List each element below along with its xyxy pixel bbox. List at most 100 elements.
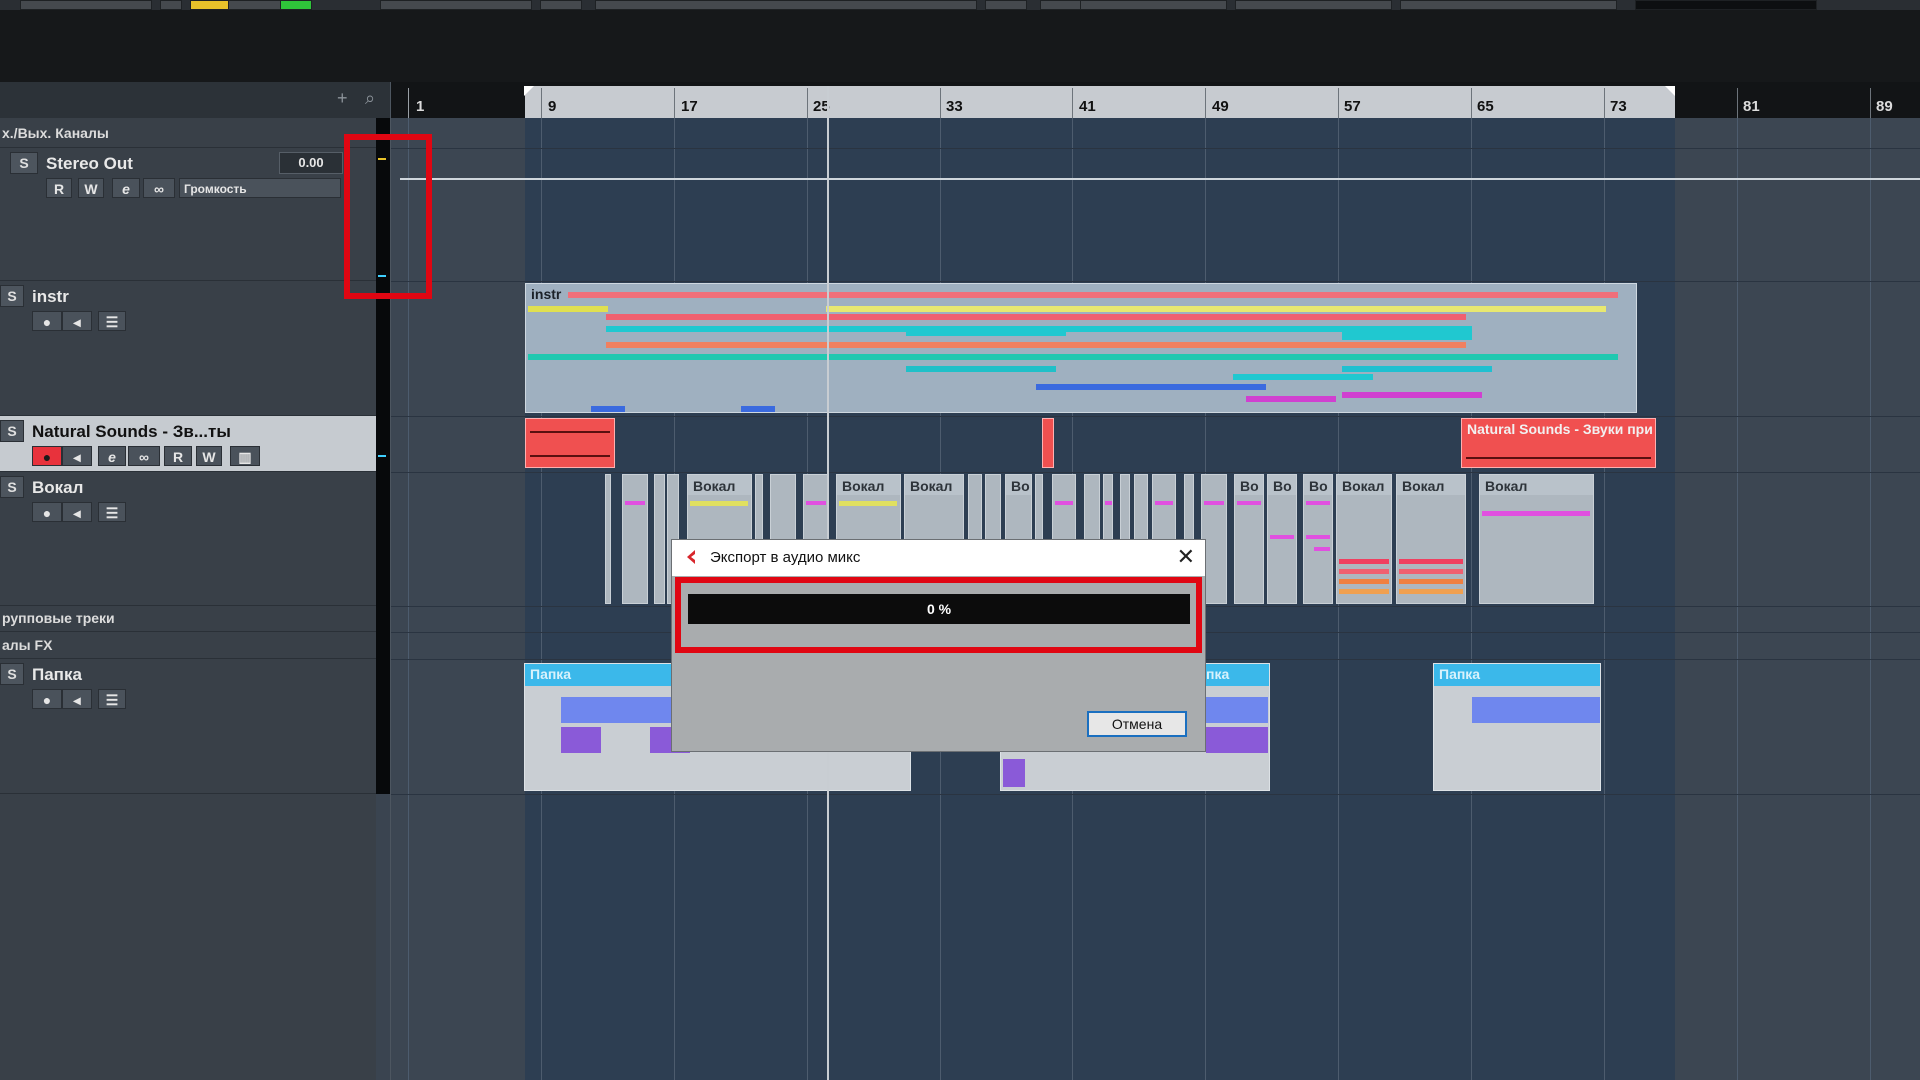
audio-part-vocal[interactable]: Во <box>1303 474 1333 604</box>
audio-part-natural-sounds[interactable]: Natural Sounds - Звуки при <box>1461 418 1656 468</box>
part-label: Вокал <box>910 478 953 494</box>
fx-channels-folder[interactable]: алы FX <box>0 632 376 659</box>
progress-highlight <box>675 577 1202 653</box>
read-button[interactable]: R <box>46 178 72 198</box>
toolbar-segment[interactable] <box>540 0 582 10</box>
lanes-icon[interactable]: ▥ <box>230 446 260 466</box>
track-stereo-out[interactable]: S Stereo Out 0.00 R W e ∞ Громкость <box>0 148 376 281</box>
part-label: Во <box>1309 478 1328 494</box>
left-locator-icon[interactable] <box>524 86 534 96</box>
audio-part-vocal[interactable]: Во <box>1234 474 1264 604</box>
ruler-bar-label: 57 <box>1344 98 1361 115</box>
toolbar-segment[interactable] <box>1080 0 1227 10</box>
menu-icon[interactable]: ☰ <box>98 689 126 709</box>
write-button[interactable]: W <box>196 446 222 466</box>
record-icon[interactable]: ● <box>32 689 62 709</box>
right-locator-icon[interactable] <box>1665 86 1675 96</box>
audio-part-natural-sounds[interactable] <box>1042 418 1054 468</box>
link-icon[interactable]: ∞ <box>128 446 160 466</box>
edit-icon[interactable]: e <box>112 178 140 198</box>
audio-part-vocal[interactable] <box>622 474 648 604</box>
toolbar-button[interactable] <box>1040 0 1082 10</box>
solo-button[interactable]: S <box>0 476 24 498</box>
toolbar-button[interactable] <box>160 0 182 10</box>
toolbar-segment[interactable] <box>1400 0 1617 10</box>
ruler-bar-label: 17 <box>681 98 698 115</box>
cubase-logo-icon <box>687 550 695 564</box>
audio-part-vocal[interactable] <box>654 474 665 604</box>
toolbar-button[interactable] <box>985 0 1027 10</box>
track-folder[interactable]: S Папка ● ◂ ☰ <box>0 659 376 794</box>
midi-part-instr[interactable]: instr <box>525 283 1637 413</box>
cancel-button[interactable]: Отмена <box>1087 711 1187 737</box>
menu-icon[interactable]: ☰ <box>98 502 126 522</box>
part-label: Во <box>1240 478 1259 494</box>
automation-parameter[interactable]: Громкость <box>179 178 341 198</box>
ruler-bar-label: 73 <box>1610 98 1627 115</box>
audio-part-vocal[interactable]: Вокал <box>1396 474 1466 604</box>
audio-part-vocal[interactable]: Во <box>1267 474 1297 604</box>
close-icon[interactable]: ✕ <box>1177 546 1195 568</box>
track-list-header: + ⌕ <box>0 82 390 119</box>
audio-part-vocal[interactable]: Вокал <box>1479 474 1594 604</box>
monitor-icon[interactable]: ◂ <box>62 502 92 522</box>
link-icon[interactable]: ∞ <box>143 178 175 198</box>
part-label: Во <box>1011 478 1030 494</box>
menu-icon[interactable]: ☰ <box>98 311 126 331</box>
ruler-bar-label: 89 <box>1876 98 1893 115</box>
monitor-icon[interactable]: ◂ <box>62 689 92 709</box>
monitor-icon[interactable]: ◂ <box>62 311 92 331</box>
read-button[interactable]: R <box>164 446 192 466</box>
part-label: Вокал <box>693 478 736 494</box>
toolbar-yellow-indicator <box>190 0 230 10</box>
edit-icon[interactable]: e <box>98 446 126 466</box>
record-icon[interactable]: ● <box>32 502 62 522</box>
solo-button[interactable]: S <box>0 285 24 307</box>
toolbar-segment[interactable] <box>1235 0 1392 10</box>
ruler-bar-label: 49 <box>1212 98 1229 115</box>
track-name: Папка <box>32 665 82 684</box>
search-icon[interactable]: ⌕ <box>365 88 375 109</box>
solo-button[interactable]: S <box>0 420 24 442</box>
part-label: Папка <box>530 666 572 682</box>
part-label: Вокал <box>842 478 885 494</box>
part-label: Во <box>1273 478 1292 494</box>
solo-button[interactable]: S <box>0 663 24 685</box>
add-track-icon[interactable]: + <box>337 88 348 109</box>
monitor-icon[interactable]: ◂ <box>62 446 92 466</box>
track-vocal[interactable]: S Вокал ● ◂ ☰ <box>0 472 376 606</box>
group-tracks-folder[interactable]: рупповые треки <box>0 606 376 632</box>
audio-part-vocal[interactable]: Вокал <box>1336 474 1392 604</box>
volume-automation-line[interactable] <box>400 178 1920 180</box>
dialog-titlebar[interactable]: Экспорт в аудио микс ✕ <box>672 540 1205 576</box>
meter-highlight <box>344 134 432 299</box>
io-channels-folder[interactable]: х./Вых. Каналы <box>0 122 376 148</box>
audio-part-natural-sounds[interactable] <box>525 418 615 468</box>
ruler-bar-label: 33 <box>946 98 963 115</box>
track-name: Natural Sounds - Зв...ты <box>32 422 231 441</box>
track-name: Stereo Out <box>46 154 133 173</box>
ruler-bar-label: 1 <box>416 98 425 115</box>
track-name: Вокал <box>32 478 84 497</box>
write-button[interactable]: W <box>78 178 104 198</box>
solo-button[interactable]: S <box>10 152 38 174</box>
part-label: instr <box>531 286 562 302</box>
toolbar-display <box>1635 0 1817 10</box>
track-list: х./Вых. Каналы S Stereo Out 0.00 R W e ∞… <box>0 118 376 1080</box>
volume-value[interactable]: 0.00 <box>279 152 343 174</box>
empty-toolbar-area <box>0 10 1920 82</box>
track-natural-sounds[interactable]: S Natural Sounds - Зв...ты ● ◂ e ∞ R W ▥ <box>0 416 376 472</box>
track-instr[interactable]: S instr ● ◂ ☰ <box>0 281 376 416</box>
part-label: Вокал <box>1342 478 1385 494</box>
folder-part[interactable]: Папка <box>1433 663 1601 791</box>
part-label: пка <box>1206 666 1230 682</box>
record-icon[interactable]: ● <box>32 311 62 331</box>
dialog-title: Экспорт в аудио микс <box>710 549 861 566</box>
audio-part-vocal[interactable] <box>605 474 611 604</box>
toolbar-segment[interactable] <box>380 0 532 10</box>
ruler-bar-label: 41 <box>1079 98 1096 115</box>
track-name: instr <box>32 287 69 306</box>
toolbar-segment[interactable] <box>20 0 152 10</box>
record-enable-icon[interactable]: ● <box>32 446 62 466</box>
toolbar-tools[interactable] <box>595 0 977 10</box>
